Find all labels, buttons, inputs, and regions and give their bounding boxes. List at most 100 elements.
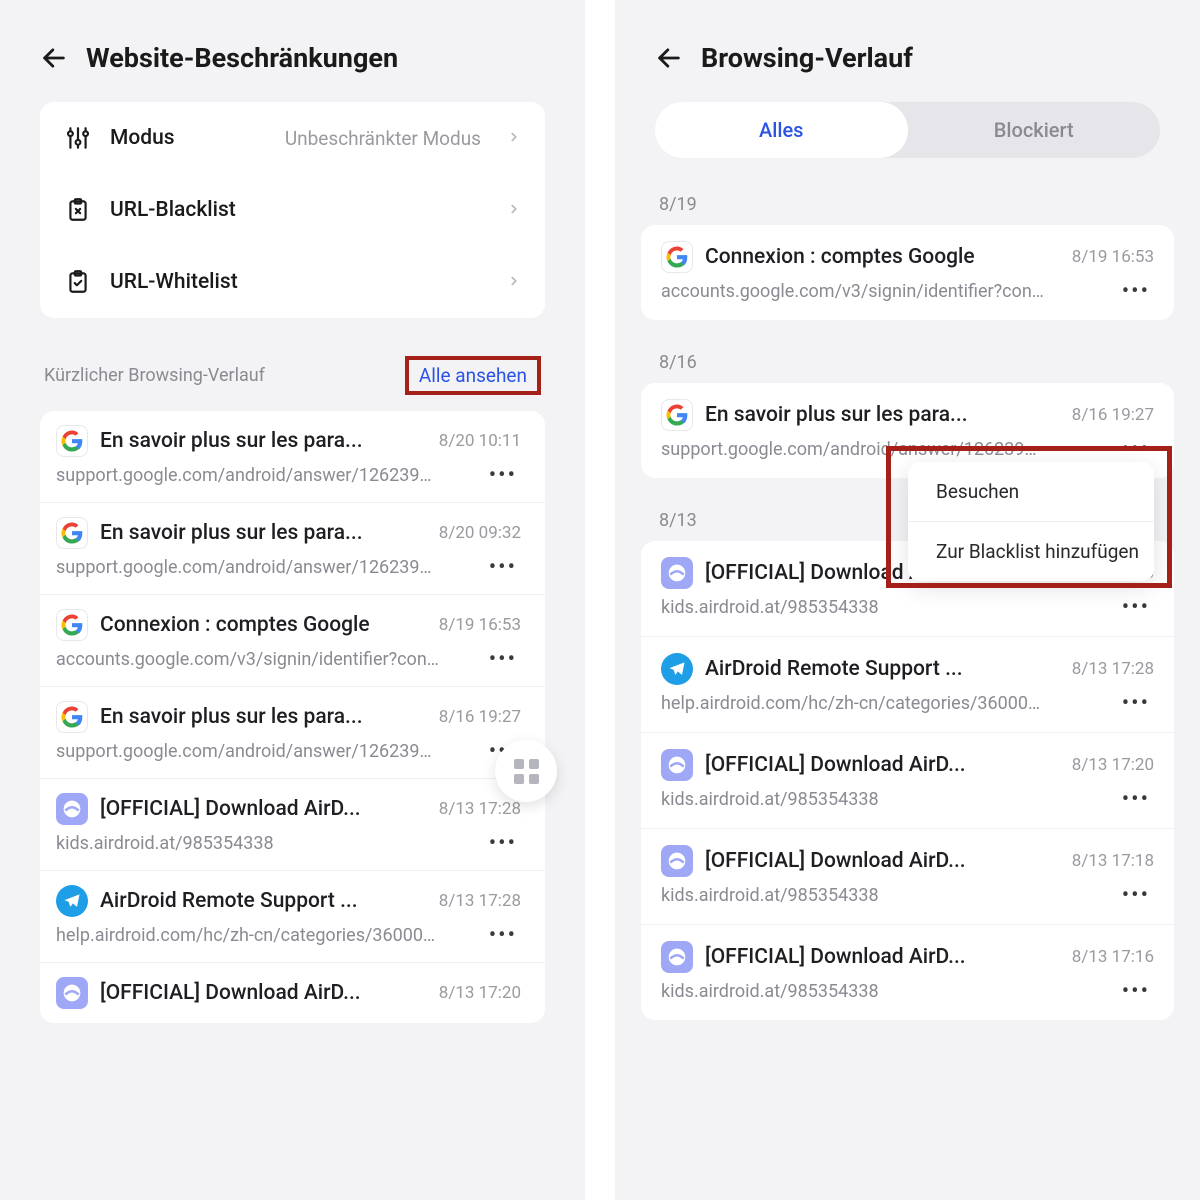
airdroid-icon <box>661 845 693 877</box>
item-time: 8/13 17:20 <box>439 983 521 1003</box>
history-item[interactable]: En savoir plus sur les para... 8/20 09:32… <box>40 503 545 595</box>
back-button[interactable] <box>40 44 68 72</box>
item-title: Connexion : comptes Google <box>100 613 427 637</box>
item-url: support.google.com/android/answer/126239… <box>56 741 475 762</box>
history-item[interactable]: [OFFICIAL] Download AirD...8/13 17:20kid… <box>641 733 1174 829</box>
blacklist-label: URL-Blacklist <box>110 198 481 222</box>
clipboard-x-icon <box>64 196 92 224</box>
date-header: 8/16 <box>615 336 1200 383</box>
item-url: support.google.com/android/answer/126239… <box>56 465 475 486</box>
history-item[interactable]: AirDroid Remote Support ... 8/13 17:28 hel… <box>641 637 1174 733</box>
tab-all[interactable]: Alles <box>655 102 908 158</box>
item-url: kids.airdroid.at/985354338 <box>661 981 1108 1002</box>
item-time: 8/19 16:53 <box>439 615 521 635</box>
airdroid-icon <box>56 977 88 1009</box>
whitelist-label: URL-Whitelist <box>110 270 481 294</box>
airdroid-icon <box>661 941 693 973</box>
more-button[interactable]: ••• <box>1118 279 1154 304</box>
item-title: AirDroid Remote Support ... <box>705 657 1060 681</box>
more-button[interactable]: ••• <box>1118 883 1154 908</box>
panel-website-restrictions: Website-Beschränkungen Modus Unbeschränk… <box>0 0 585 1200</box>
item-time: 8/13 17:28 <box>439 891 521 911</box>
item-title: [OFFICIAL] Download AirD... <box>705 945 1060 969</box>
history-group-card: Connexion : comptes Google8/19 16:53acco… <box>641 225 1174 320</box>
history-item[interactable]: [OFFICIAL] Download AirD... 8/13 17:20 <box>40 963 545 1023</box>
chevron-right-icon <box>507 201 521 220</box>
google-icon <box>56 517 88 549</box>
row-url-whitelist[interactable]: URL-Whitelist <box>40 246 545 318</box>
item-time: 8/13 17:18 <box>1072 851 1154 871</box>
item-time: 8/16 19:27 <box>439 707 521 727</box>
modus-label: Modus <box>110 126 267 150</box>
item-time: 8/20 10:11 <box>439 431 521 451</box>
history-item[interactable]: En savoir plus sur les para...8/20 10:11… <box>40 411 545 503</box>
recent-history-header: Kürzlicher Browsing-Verlauf Alle ansehen <box>0 324 585 411</box>
item-title: En savoir plus sur les para... <box>100 705 427 729</box>
panel-browsing-history: Browsing-Verlauf Alles Blockiert 8/19Con… <box>615 0 1200 1200</box>
history-item[interactable]: Connexion : comptes Google8/19 16:53acco… <box>641 225 1174 320</box>
google-icon <box>56 701 88 733</box>
item-title: AirDroid Remote Support ... <box>100 889 427 913</box>
more-button[interactable]: ••• <box>485 831 521 856</box>
item-time: 8/20 09:32 <box>439 523 521 543</box>
more-button[interactable]: ••• <box>485 555 521 580</box>
more-button[interactable]: ••• <box>1118 979 1154 1004</box>
more-button[interactable]: ••• <box>485 647 521 672</box>
page-title: Browsing-Verlauf <box>701 42 913 74</box>
google-icon <box>56 609 88 641</box>
item-time: 8/13 17:28 <box>1072 659 1154 679</box>
item-url: kids.airdroid.at/985354338 <box>661 789 1108 810</box>
item-url: accounts.google.com/v3/signin/identifier… <box>661 281 1108 302</box>
more-button[interactable]: ••• <box>485 923 521 948</box>
menu-add-blacklist[interactable]: Zur Blacklist hinzufügen <box>908 521 1154 581</box>
more-button[interactable]: ••• <box>1118 437 1154 462</box>
history-item[interactable]: Connexion : comptes Google 8/19 16:53 acco… <box>40 595 545 687</box>
airdroid-icon <box>661 749 693 781</box>
menu-visit[interactable]: Besuchen <box>908 462 1154 521</box>
floating-grid-button[interactable] <box>495 740 557 802</box>
item-time: 8/13 17:16 <box>1072 947 1154 967</box>
more-button[interactable]: ••• <box>1118 595 1154 620</box>
item-title: En savoir plus sur les para... <box>100 521 427 545</box>
row-url-blacklist[interactable]: URL-Blacklist <box>40 174 545 246</box>
context-menu: Besuchen Zur Blacklist hinzufügen <box>908 462 1154 581</box>
sliders-icon <box>64 124 92 152</box>
back-button[interactable] <box>655 44 683 72</box>
history-item[interactable]: [OFFICIAL] Download AirD...8/13 17:28kid… <box>40 779 545 871</box>
airdroid-icon <box>56 793 88 825</box>
segmented-control: Alles Blockiert <box>655 102 1160 158</box>
item-url: kids.airdroid.at/985354338 <box>661 885 1108 906</box>
more-button[interactable]: ••• <box>485 463 521 488</box>
history-item[interactable]: [OFFICIAL] Download AirD...8/13 17:18kid… <box>641 829 1174 925</box>
row-modus[interactable]: Modus Unbeschränkter Modus <box>40 102 545 174</box>
item-url: support.google.com/android/answer/126239… <box>56 557 475 578</box>
history-item[interactable]: [OFFICIAL] Download AirD... 8/13 17:16 kid… <box>641 925 1174 1020</box>
modus-value: Unbeschränkter Modus <box>285 127 481 150</box>
chevron-right-icon <box>507 273 521 292</box>
item-time: 8/19 16:53 <box>1072 247 1154 267</box>
item-time: 8/13 17:28 <box>439 799 521 819</box>
item-url: help.airdroid.com/hc/zh-cn/categories/36… <box>661 693 1108 714</box>
more-button[interactable]: ••• <box>1118 787 1154 812</box>
item-url: kids.airdroid.at/985354338 <box>56 833 475 854</box>
more-button[interactable]: ••• <box>1118 691 1154 716</box>
arrow-left-icon <box>655 44 683 72</box>
history-item[interactable]: En savoir plus sur les para... 8/16 19:27… <box>40 687 545 779</box>
google-icon <box>56 425 88 457</box>
history-group-card: [OFFICIAL] Download AirD... 8/13 17:28 kid… <box>641 541 1174 1020</box>
item-title: En savoir plus sur les para... <box>705 403 1060 427</box>
see-all-link[interactable]: Alle ansehen <box>419 364 527 387</box>
chevron-right-icon <box>507 129 521 148</box>
item-url: accounts.google.com/v3/signin/identifier… <box>56 649 475 670</box>
telegram-icon <box>56 885 88 917</box>
google-icon <box>661 399 693 431</box>
item-title: [OFFICIAL] Download AirD... <box>100 981 427 1005</box>
google-icon <box>661 241 693 273</box>
telegram-icon <box>661 653 693 685</box>
highlight-see-all: Alle ansehen <box>405 356 541 395</box>
history-item[interactable]: AirDroid Remote Support ... 8/13 17:28 hel… <box>40 871 545 963</box>
date-header: 8/19 <box>615 178 1200 225</box>
grid-icon <box>514 759 539 784</box>
item-url: help.airdroid.com/hc/zh-cn/categories/36… <box>56 925 475 946</box>
tab-blocked[interactable]: Blockiert <box>908 102 1161 158</box>
